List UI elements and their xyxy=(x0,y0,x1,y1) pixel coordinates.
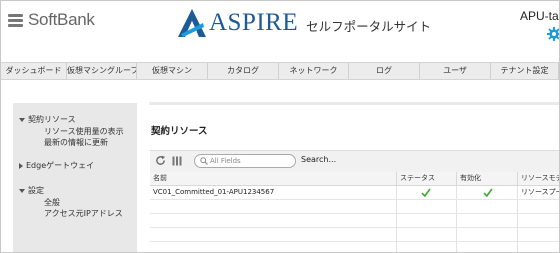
sidebar-group-contract-resources[interactable]: 契約リソース xyxy=(19,114,76,125)
nav-catalog[interactable]: カタログ xyxy=(208,63,279,79)
sidebar-item-source-ip[interactable]: アクセス元IPアドレス xyxy=(44,208,123,219)
column-header-enabled[interactable]: 有効化 xyxy=(457,172,518,185)
cell-enabled xyxy=(457,186,518,199)
table-header: 名前 ステータス 有効化 リソースモデル xyxy=(150,172,559,186)
nav-dashboard[interactable]: ダッシュボード xyxy=(1,63,67,79)
table-row-empty xyxy=(150,214,559,228)
search-icon xyxy=(200,157,208,165)
sidebar-group-settings[interactable]: 設定 xyxy=(19,185,44,196)
aspire-mark-icon xyxy=(178,9,206,37)
nav-users[interactable]: ユーザ xyxy=(420,63,491,79)
search-input[interactable]: All Fields xyxy=(194,154,296,168)
sidebar-group-edge-gateway[interactable]: Edgeゲートウェイ xyxy=(19,160,94,171)
aspire-logo-text: ASPIRE xyxy=(209,9,299,36)
search-placeholder: All Fields xyxy=(210,157,241,165)
page-title: 契約リソース xyxy=(151,126,208,137)
main-nav: ダッシュボード 仮想マシングループ 仮想マシン カタログ ネットワーク ログ ユ… xyxy=(1,62,559,80)
sidebar-group-label: 設定 xyxy=(28,186,44,195)
softbank-logo: SoftBank xyxy=(8,10,95,30)
portal-subtitle: セルフポータルサイト xyxy=(306,18,432,34)
nav-network[interactable]: ネットワーク xyxy=(279,63,349,79)
user-menu[interactable]: APU-ta xyxy=(520,9,559,23)
gear-icon[interactable] xyxy=(547,27,560,41)
cell-model: リソースプール xyxy=(521,188,559,196)
softbank-mark-icon xyxy=(8,14,23,27)
softbank-logo-text: SoftBank xyxy=(28,10,95,29)
sidebar-group-label: Edgeゲートウェイ xyxy=(26,161,95,170)
table-row-empty xyxy=(150,200,559,214)
expand-arrow-icon xyxy=(19,188,25,193)
expand-arrow-icon xyxy=(19,117,25,122)
nav-vms[interactable]: 仮想マシン xyxy=(137,63,208,79)
search-button[interactable]: Search... xyxy=(301,155,336,164)
aspire-logo: ASPIRE セルフポータルサイト xyxy=(177,8,431,38)
refresh-icon[interactable] xyxy=(155,155,166,166)
sidebar-item-general[interactable]: 全般 xyxy=(44,197,60,208)
sidebar-item-resource-usage[interactable]: リソース使用量の表示 xyxy=(44,126,124,137)
cell-status xyxy=(397,186,457,199)
table-row[interactable]: VC01_Committed_01-APU1234567 リソースプール xyxy=(150,186,559,200)
columns-icon[interactable] xyxy=(172,156,182,166)
sidebar-group-label: 契約リソース xyxy=(28,115,76,124)
table-toolbar: All Fields Search... xyxy=(150,150,559,173)
content-top-bar xyxy=(149,102,559,105)
column-header-name[interactable]: 名前 xyxy=(150,172,397,185)
window: SoftBank ASPIRE セルフポータルサイト APU-ta ダッシュボー… xyxy=(0,0,560,253)
table-row-empty xyxy=(150,242,559,252)
check-icon xyxy=(483,188,493,197)
check-icon xyxy=(421,188,431,197)
column-header-model[interactable]: リソースモデル xyxy=(518,172,559,185)
sidebar: 契約リソース リソース使用量の表示 最新の情報に更新 Edgeゲートウェイ 設定… xyxy=(13,103,137,252)
header: SoftBank ASPIRE セルフポータルサイト APU-ta xyxy=(1,1,559,57)
nav-log[interactable]: ログ xyxy=(349,63,420,79)
column-header-status[interactable]: ステータス xyxy=(397,172,457,185)
table-row-empty xyxy=(150,228,559,242)
resource-table: 名前 ステータス 有効化 リソースモデル VC01_Committed_01-A… xyxy=(150,172,559,252)
nav-vm-groups[interactable]: 仮想マシングループ xyxy=(67,63,137,79)
nav-tenant-settings[interactable]: テナント設定 xyxy=(491,63,559,79)
collapse-arrow-icon xyxy=(19,162,23,169)
sidebar-item-refresh[interactable]: 最新の情報に更新 xyxy=(44,137,108,148)
cell-name: VC01_Committed_01-APU1234567 xyxy=(150,186,397,199)
